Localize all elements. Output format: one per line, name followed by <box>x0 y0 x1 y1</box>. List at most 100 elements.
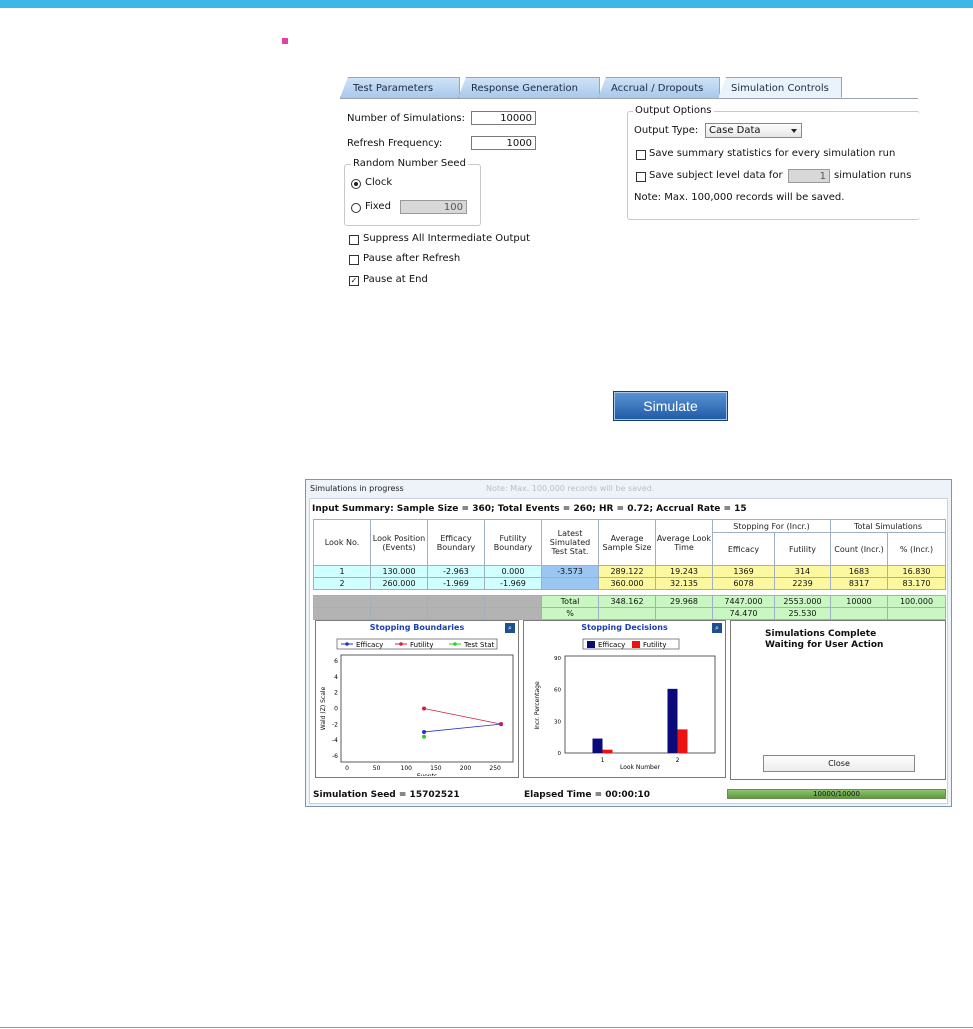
seed-group <box>344 164 481 226</box>
x-axis-label: Look Number <box>620 764 661 771</box>
bar <box>602 749 613 753</box>
pause-end-checkbox[interactable]: ✓ <box>349 276 359 286</box>
table-cell: 314 <box>774 565 831 578</box>
table-cell: 19.243 <box>655 565 713 578</box>
x-tick-label: 2 <box>676 757 680 764</box>
fixed-radio[interactable] <box>351 203 361 213</box>
zoom-icon[interactable]: ⌕ <box>712 623 722 633</box>
th-look-position: Look Position (Events) <box>370 519 428 566</box>
table-cell: 32.135 <box>655 577 713 590</box>
decisions-title: Stopping Decisions <box>581 623 668 632</box>
th-count: Count (Incr.) <box>830 532 888 566</box>
simulation-seed: Simulation Seed = 15702521 <box>313 790 460 800</box>
series-line <box>423 708 502 725</box>
zoom-icon[interactable]: ⌕ <box>505 623 515 633</box>
tab-response-generation[interactable]: Response Generation <box>458 77 600 98</box>
legend-label: Efficacy <box>598 641 625 649</box>
table-cell: -1.969 <box>484 577 542 590</box>
tab-accrual-dropouts[interactable]: Accrual / Dropouts <box>598 77 720 98</box>
table-cell: % <box>541 607 599 620</box>
table-cell: 100.000 <box>887 595 946 608</box>
x-tick-label: 1 <box>601 757 605 764</box>
refresh-input[interactable]: 1000 <box>471 136 536 150</box>
input-summary: Input Summary: Sample Size = 360; Total … <box>312 504 747 514</box>
num-sims-label: Number of Simulations: <box>347 113 466 124</box>
legend-marker <box>345 642 349 646</box>
y-axis-label: Wald (Z) Scale <box>320 686 327 730</box>
table-cell: 6078 <box>712 577 775 590</box>
table-cell: 74.470 <box>712 607 775 620</box>
elapsed-time: Elapsed Time = 00:00:10 <box>524 790 651 800</box>
plot-frame <box>340 654 514 763</box>
legend-label: Futility <box>410 641 434 649</box>
y-tick-label: 90 <box>554 656 561 662</box>
tab-strip: Test Parameters Response Generation Accr… <box>340 77 920 99</box>
legend-label: Test Stat <box>463 641 494 649</box>
bullet-marker <box>282 38 288 44</box>
data-point <box>422 729 427 734</box>
subject-runs-input[interactable]: 1 <box>788 169 830 183</box>
table-cell: -3.573 <box>541 565 599 578</box>
legend-marker <box>453 642 457 646</box>
save-subject-label: Save subject level data for <box>649 170 783 181</box>
status-line-1: Simulations Complete <box>765 629 877 639</box>
table-cell: 348.162 <box>598 595 656 608</box>
th-avg-look-time: Average Look Time <box>655 519 713 566</box>
dropdown-arrow-icon <box>791 129 797 133</box>
progress-label: 10000/10000 <box>813 790 860 798</box>
bar <box>677 729 688 753</box>
table-cell: 8317 <box>830 577 888 590</box>
th-percent: % (Incr.) <box>887 532 946 566</box>
table-cell: 83.170 <box>887 577 946 590</box>
suppress-checkbox[interactable] <box>349 235 359 245</box>
x-tick-label: 150 <box>430 765 442 772</box>
num-sims-input[interactable]: 10000 <box>471 111 536 125</box>
plot-frame <box>564 655 716 754</box>
table-cell: 7447.000 <box>712 595 775 608</box>
table-cell: 25.530 <box>774 607 831 620</box>
clock-radio[interactable] <box>351 179 361 189</box>
fixed-seed-input[interactable]: 100 <box>400 200 467 214</box>
output-type-value: Case Data <box>709 125 761 136</box>
th-futility-boundary: Futility Boundary <box>484 519 542 566</box>
tab-label: Test Parameters <box>353 83 434 94</box>
simulate-button[interactable]: Simulate <box>613 391 728 421</box>
table-cell: 0.000 <box>484 565 542 578</box>
close-button[interactable]: Close <box>763 755 915 772</box>
y-tick-label: -6 <box>332 753 338 760</box>
legend-label: Efficacy <box>356 641 383 649</box>
th-avg-sample-size: Average Sample Size <box>598 519 656 566</box>
table-cell <box>541 577 599 590</box>
x-tick-label: 100 <box>401 765 413 772</box>
legend-marker <box>399 642 403 646</box>
tab-test-parameters[interactable]: Test Parameters <box>340 77 460 98</box>
save-subject-checkbox[interactable] <box>636 172 646 182</box>
bottom-accent-line <box>0 1027 973 1028</box>
y-tick-label: -2 <box>332 721 338 728</box>
y-tick-label: 30 <box>554 719 561 725</box>
table-cell: 2 <box>313 577 371 590</box>
progress-bar: 10000/10000 <box>727 789 946 799</box>
x-axis-label: Events <box>417 773 437 776</box>
tab-label: Accrual / Dropouts <box>611 83 704 94</box>
bar <box>592 738 603 753</box>
data-point <box>499 722 504 727</box>
output-type-select[interactable]: Case Data <box>705 123 802 138</box>
x-tick-label: 200 <box>460 765 472 772</box>
results-table: Look No. Look Position (Events) Efficacy… <box>313 519 946 620</box>
th-total-simulations: Total Simulations <box>830 519 946 533</box>
tab-simulation-controls[interactable]: Simulation Controls <box>718 77 842 98</box>
x-tick-label: 50 <box>373 765 381 772</box>
table-cell: 1 <box>313 565 371 578</box>
window-title: Simulations in progress <box>310 484 404 493</box>
y-tick-label: 4 <box>334 674 338 681</box>
stopping-decisions-panel: Stopping Decisions ⌕ Efficacy Futility 0 30… <box>523 620 726 778</box>
save-summary-checkbox[interactable] <box>636 150 646 160</box>
window-ghost-note: Note: Max. 100,000 records will be saved… <box>486 484 655 493</box>
output-note: Note: Max. 100,000 records will be saved… <box>634 192 845 203</box>
tab-label: Simulation Controls <box>731 83 829 94</box>
y-tick-label: 0 <box>334 706 338 713</box>
y-tick-label: 6 <box>334 658 338 665</box>
pause-refresh-checkbox[interactable] <box>349 255 359 265</box>
table-row: 2 260.000 -1.969 -1.969 360.000 32.135 6… <box>313 577 946 590</box>
